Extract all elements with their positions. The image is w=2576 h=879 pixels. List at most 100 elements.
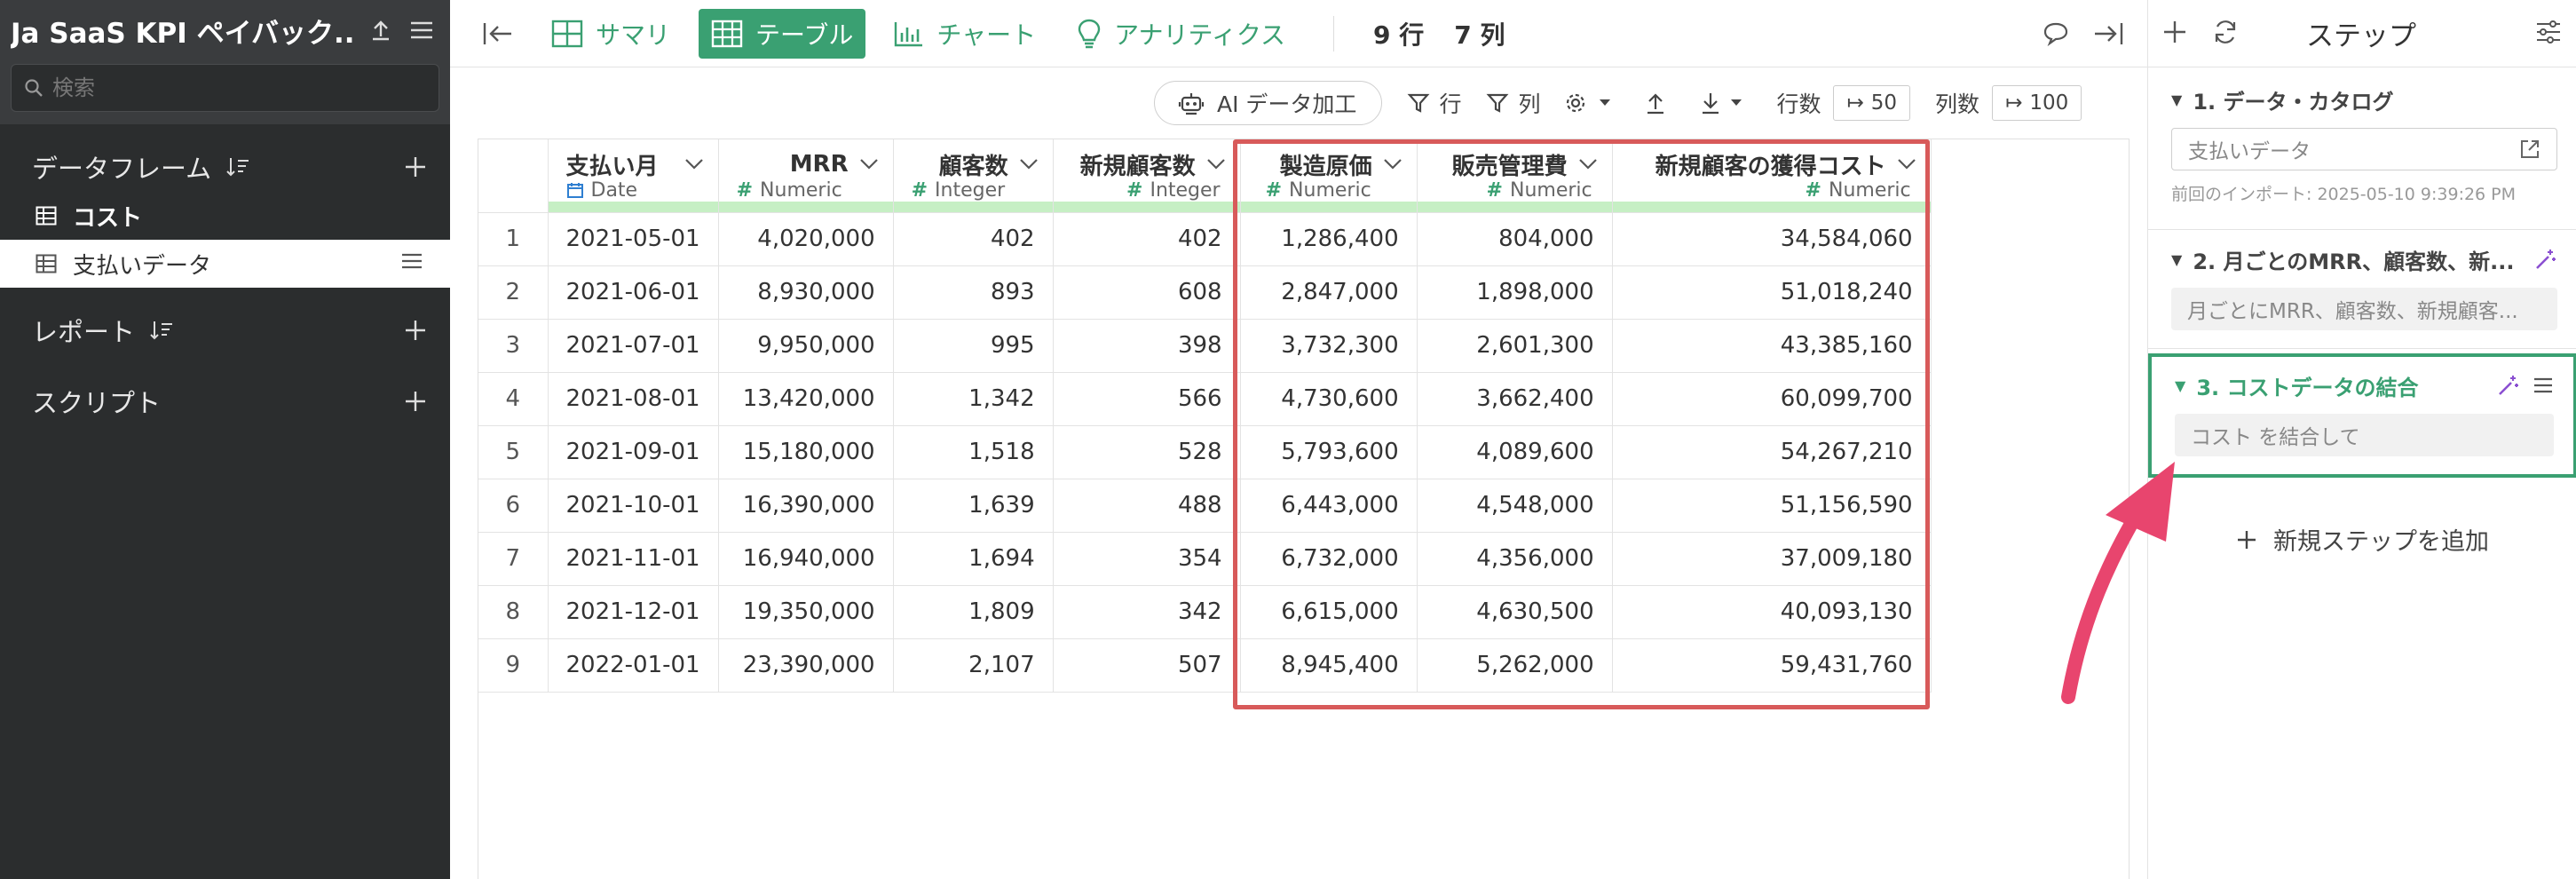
cols-limit-input[interactable]: ↦ 100 bbox=[1992, 85, 2082, 121]
table-cell: 13,420,000 bbox=[718, 372, 894, 426]
table-cell: 4,548,000 bbox=[1417, 479, 1613, 533]
column-header[interactable]: 販売管理費 # Numeric bbox=[1417, 139, 1613, 213]
download-dropdown[interactable] bbox=[1700, 91, 1751, 115]
rows-limit-input[interactable]: ↦ 50 bbox=[1833, 85, 1911, 121]
table-row[interactable]: 7 2021-11-01 16,940,000 1,694 354 6,732,000 4,… bbox=[478, 532, 1932, 586]
table-cell: 60,099,700 bbox=[1612, 372, 1932, 426]
magic-wand-icon[interactable] bbox=[2534, 248, 2557, 271]
filter-icon bbox=[1487, 93, 1509, 113]
calendar-icon bbox=[566, 183, 583, 198]
tab-summary[interactable]: サマリ bbox=[539, 9, 683, 59]
table-row[interactable]: 4 2021-08-01 13,420,000 1,342 566 4,730,600 3,… bbox=[478, 372, 1932, 426]
ai-data-wrangling-button[interactable]: AI データ加工 bbox=[1154, 81, 1383, 125]
export-up-button[interactable] bbox=[1645, 91, 1675, 115]
collapse-right-panel-icon[interactable] bbox=[2092, 20, 2124, 47]
collapse-triangle-icon[interactable]: ▼ bbox=[2171, 251, 2182, 268]
column-name: 支払い月 bbox=[565, 153, 659, 180]
chevron-down-icon[interactable] bbox=[1019, 158, 1039, 170]
chevron-down-icon[interactable] bbox=[684, 158, 704, 170]
step-description-box[interactable]: コスト を結合して bbox=[2175, 414, 2554, 456]
table-row[interactable]: 8 2021-12-01 19,350,000 1,809 342 6,615,000 4,… bbox=[478, 585, 1932, 639]
add-script-button[interactable] bbox=[404, 390, 427, 413]
step-2[interactable]: ▼ 2. 月ごとのMRR、顧客数、新... 月ごとにMRR、顧客数、新規顧客... bbox=[2148, 242, 2576, 330]
reports-section: レポート bbox=[0, 304, 450, 357]
external-link-icon[interactable] bbox=[2519, 139, 2540, 160]
tab-table[interactable]: テーブル bbox=[699, 8, 866, 59]
tab-analytics[interactable]: アナリティクス bbox=[1064, 9, 1298, 59]
table-row[interactable]: 6 2021-10-01 16,390,000 1,639 488 6,443,000 4,… bbox=[478, 479, 1932, 533]
column-header[interactable]: 製造原価 # Numeric bbox=[1240, 139, 1418, 213]
project-title[interactable]: Ja SaaS KPI ペイバック... bbox=[11, 11, 356, 51]
add-new-step-button[interactable]: 新規ステップを追加 bbox=[2148, 522, 2576, 557]
table-row[interactable]: 5 2021-09-01 15,180,000 1,518 528 5,793,600 4,… bbox=[478, 425, 1932, 479]
add-step-plus-icon[interactable] bbox=[2162, 20, 2187, 48]
table-cell: 402 bbox=[893, 212, 1054, 266]
add-report-button[interactable] bbox=[404, 319, 427, 342]
refresh-icon[interactable] bbox=[2212, 19, 2239, 49]
sidebar-search bbox=[11, 64, 439, 112]
table-cell: 2022-01-01 bbox=[548, 638, 719, 693]
chevron-down-icon[interactable] bbox=[1897, 158, 1916, 170]
upload-icon[interactable] bbox=[365, 14, 397, 46]
table-icon bbox=[36, 254, 57, 273]
dataframe-item-payments[interactable]: 支払いデータ bbox=[0, 240, 450, 288]
settings-dropdown[interactable] bbox=[1565, 91, 1620, 115]
menu-icon[interactable] bbox=[406, 14, 438, 46]
dataframe-item-label: コスト bbox=[73, 204, 143, 232]
chevron-down-icon[interactable] bbox=[859, 158, 879, 170]
hash-icon: # bbox=[911, 178, 928, 202]
table-row[interactable]: 3 2021-07-01 9,950,000 995 398 3,732,300 2,601… bbox=[478, 319, 1932, 373]
collapse-sidebar-icon[interactable] bbox=[473, 9, 523, 59]
step-3-active[interactable]: ▼ 3. コストデータの結合 コスト を結合して bbox=[2148, 353, 2576, 478]
reports-label: レポート bbox=[32, 317, 136, 347]
step-source-box[interactable]: 支払いデータ bbox=[2171, 128, 2557, 170]
menu-icon[interactable] bbox=[2533, 376, 2554, 394]
chevron-down-icon[interactable] bbox=[1578, 158, 1598, 170]
table-cell: 995 bbox=[893, 319, 1054, 373]
download-icon bbox=[1703, 93, 1719, 115]
chevron-down-icon[interactable] bbox=[1206, 158, 1226, 170]
hash-icon: # bbox=[1486, 178, 1503, 202]
tab-chart[interactable]: チャート bbox=[881, 9, 1048, 59]
magic-wand-icon[interactable] bbox=[2497, 374, 2520, 397]
search-input[interactable] bbox=[52, 75, 407, 100]
scripts-section: スクリプト bbox=[0, 375, 450, 428]
table-row[interactable]: 2 2021-06-01 8,930,000 893 608 2,847,000 1,898… bbox=[478, 265, 1932, 320]
column-header[interactable]: 新規顧客の獲得コスト # Numeric bbox=[1612, 139, 1932, 213]
rows-label: 行数 bbox=[1776, 91, 1821, 117]
chevron-down-icon[interactable] bbox=[1383, 158, 1403, 170]
table-cell: 4,020,000 bbox=[718, 212, 894, 266]
sort-icon[interactable] bbox=[225, 155, 250, 178]
column-type: Numeric bbox=[1509, 178, 1592, 202]
column-header[interactable]: 支払い月 Date bbox=[548, 139, 719, 213]
column-type: Numeric bbox=[760, 178, 842, 202]
table-row[interactable]: 1 2021-05-01 4,020,000 402 402 1,286,400 804,0… bbox=[478, 212, 1932, 266]
collapse-triangle-icon[interactable]: ▼ bbox=[2171, 91, 2182, 108]
column-header[interactable]: 顧客数 # Integer bbox=[893, 139, 1054, 213]
row-filter-button[interactable]: 行 bbox=[1407, 87, 1461, 119]
comment-icon[interactable] bbox=[2043, 21, 2069, 46]
dataframe-item-cost[interactable]: コスト bbox=[0, 192, 450, 240]
step-1[interactable]: ▼ 1. データ・カタログ 支払いデータ 前回のインポート: 2025-05-10… bbox=[2148, 82, 2576, 205]
table-cell: 2021-06-01 bbox=[548, 265, 719, 320]
item-menu-icon[interactable] bbox=[400, 250, 423, 277]
column-header[interactable]: 新規顧客数 # Integer bbox=[1053, 139, 1241, 213]
hash-icon: # bbox=[736, 178, 754, 202]
table-cell: 2021-08-01 bbox=[548, 372, 719, 426]
row-number: 5 bbox=[478, 425, 549, 479]
sort-icon[interactable] bbox=[149, 319, 174, 342]
collapse-triangle-icon[interactable]: ▼ bbox=[2175, 377, 2185, 394]
table-header-row: 支払い月 Date MRR # Numeric 顧客数 # Integer 新規… bbox=[478, 139, 1932, 213]
row-filter-label: 行 bbox=[1439, 91, 1462, 117]
robot-icon bbox=[1178, 93, 1205, 115]
column-header[interactable]: MRR # Numeric bbox=[718, 139, 894, 213]
tab-label: アナリティクス bbox=[1114, 20, 1285, 50]
column-filter-button[interactable]: 列 bbox=[1486, 87, 1540, 119]
arrow-right-bar-icon: ↦ bbox=[2005, 91, 2023, 115]
sliders-icon[interactable] bbox=[2535, 20, 2562, 48]
lightbulb-icon bbox=[1078, 19, 1101, 48]
step-description-box[interactable]: 月ごとにMRR、顧客数、新規顧客... bbox=[2171, 288, 2557, 330]
table-row[interactable]: 9 2022-01-01 23,390,000 2,107 507 8,945,400 5,… bbox=[478, 638, 1932, 693]
add-dataframe-button[interactable] bbox=[404, 155, 427, 178]
steps-panel: ステップ ▼ 1. データ・カタログ 支払いデータ 前回のインポート: 2025-… bbox=[2147, 0, 2576, 879]
